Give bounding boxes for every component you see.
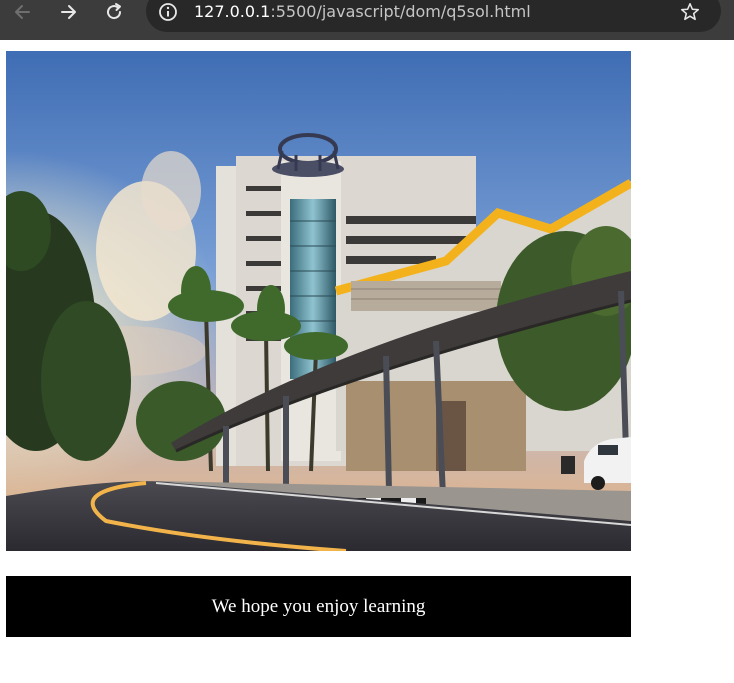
reload-icon xyxy=(107,3,122,20)
address-bar[interactable]: 127.0.0.1:5500/javascript/dom/q5sol.html xyxy=(146,0,721,32)
url-path: :5500/javascript/dom/q5sol.html xyxy=(270,2,531,21)
message-banner: We hope you enjoy learning xyxy=(6,576,631,637)
arrow-right-icon xyxy=(61,5,76,19)
arrow-left-icon xyxy=(15,5,30,19)
url-host: 127.0.0.1 xyxy=(194,2,271,21)
back-button[interactable] xyxy=(8,0,38,24)
banner-text: We hope you enjoy learning xyxy=(211,595,426,617)
star-icon[interactable] xyxy=(679,1,701,23)
campus-photo xyxy=(6,51,631,551)
browser-toolbar: 127.0.0.1:5500/javascript/dom/q5sol.html xyxy=(0,0,734,40)
reload-button[interactable] xyxy=(99,0,129,24)
url-text[interactable]: 127.0.0.1:5500/javascript/dom/q5sol.html xyxy=(194,2,531,22)
forward-button[interactable] xyxy=(53,0,83,24)
info-icon[interactable] xyxy=(158,2,178,22)
